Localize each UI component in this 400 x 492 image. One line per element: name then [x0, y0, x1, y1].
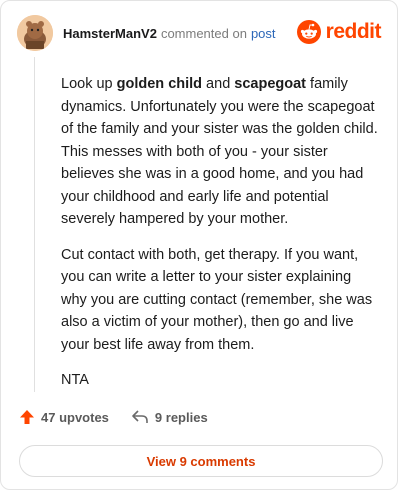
comment-meta: HamsterManV2 commented on post: [63, 26, 276, 41]
comment-card: HamsterManV2 commented on post reddit Lo…: [0, 0, 398, 490]
hamster-avatar-icon: [17, 15, 53, 51]
upvote-button[interactable]: 47 upvotes: [19, 409, 109, 425]
bold-term: scapegoat: [234, 76, 307, 92]
upvote-count: 47 upvotes: [41, 409, 109, 425]
bold-term: golden child: [116, 76, 203, 92]
reply-icon: [132, 410, 148, 423]
comment-paragraph: Look up golden child and scapegoat famil…: [61, 76, 378, 227]
comment-body: Look up golden child and scapegoat famil…: [61, 73, 379, 405]
reddit-snoo-icon: [296, 20, 321, 44]
username[interactable]: HamsterManV2: [63, 26, 157, 41]
view-comments-button[interactable]: View 9 comments: [19, 445, 383, 477]
action-text: commented on: [160, 25, 247, 41]
comment-paragraph: Cut contact with both, get therapy. If y…: [61, 246, 373, 353]
comment-paragraph: NTA: [61, 372, 89, 388]
replies-count: 9 replies: [154, 409, 208, 425]
replies-button[interactable]: 9 replies: [131, 409, 208, 425]
upvote-arrow-icon: [20, 410, 34, 424]
brand-wordmark: reddit: [325, 20, 382, 43]
avatar[interactable]: [17, 15, 53, 51]
reddit-logo[interactable]: reddit: [296, 20, 382, 44]
thread-line: [34, 57, 35, 392]
post-link[interactable]: post: [251, 26, 276, 41]
comment-actions: 47 upvotes 9 replies: [19, 409, 208, 425]
